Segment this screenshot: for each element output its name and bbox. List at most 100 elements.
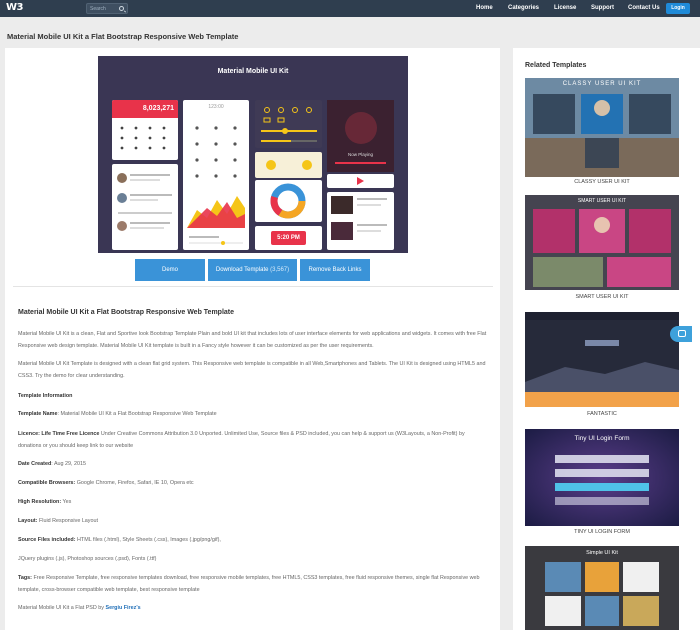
resolution-label: High Resolution: (18, 499, 62, 505)
nav-contact-us[interactable]: Contact Us (628, 5, 660, 11)
simple-ui-kit-preview-image (525, 546, 679, 630)
preview-clock-card: 5:20 PM (255, 226, 322, 250)
nav-categories[interactable]: Categories (508, 5, 539, 11)
preview-weather-card (255, 152, 322, 178)
classy-banner: CLASSY USER UI KIT (562, 81, 642, 87)
sliders-graphic (261, 107, 317, 142)
tiny-login-banner: Tiny UI Login Form (574, 435, 630, 442)
tags-row: Tags: Free Responsive Template, free res… (18, 572, 488, 596)
simple-ui-kit-banner: Simple UI Kit (586, 550, 618, 556)
area-chart-graphic (187, 196, 245, 245)
description-paragraph-1: Material Mobile UI Kit is a clean, Flat … (18, 331, 487, 349)
info-heading: Template Information (18, 393, 73, 399)
preview-donut-card (255, 180, 322, 222)
related-thumb-classy[interactable]: CLASSY USER UI KIT (525, 78, 679, 177)
chat-widget-button[interactable] (670, 326, 692, 342)
remove-back-links-button[interactable]: Remove Back Links (300, 259, 370, 281)
main-panel: Material Mobile UI Kit 8,023,271 123:00 … (5, 48, 500, 630)
tags-value: Free Responsive Template, free responsiv… (18, 575, 480, 593)
related-thumb-smart[interactable]: SMART USER UI KIT (525, 195, 679, 290)
demo-label: Demo (161, 267, 178, 273)
weather-icons (266, 160, 312, 170)
preview-clock: 5:20 PM (271, 231, 306, 245)
license-strong: : Life Time Free Licence (38, 431, 100, 437)
nav-license[interactable]: License (554, 5, 576, 11)
download-label: Download Template (215, 267, 269, 273)
top-navbar: W3 Search Home Categories License Suppor… (0, 0, 700, 17)
template-name-label: Template Name (18, 411, 58, 417)
download-template-button[interactable]: Download Template (3,567) (208, 259, 297, 281)
fantastic-preview-image (525, 312, 679, 407)
credit-row: Material Mobile UI Kit a Flat PSD by Ser… (18, 602, 488, 614)
smart-banner: SMART USER UI KIT (577, 198, 627, 204)
description-heading: Material Mobile UI Kit a Flat Bootstrap … (18, 309, 235, 316)
preview-music-card: Now Playing (327, 100, 394, 172)
login-button[interactable]: Login (666, 3, 690, 14)
search-box[interactable]: Search (86, 3, 128, 14)
donut-chart-graphic (270, 183, 306, 219)
source-row: Source Files included: HTML files (.html… (18, 534, 488, 546)
preview-title: Material Mobile UI Kit (217, 68, 289, 75)
template-name-row: Template Name: Material Mobile UI Kit a … (18, 408, 488, 420)
preview-controls-card (255, 100, 322, 148)
player-controls (357, 177, 364, 185)
license-row: Licence: Life Time Free Licence Under Cr… (18, 428, 488, 452)
date-row: Date Created: Aug 29, 2015 (18, 458, 488, 470)
related-thumb-simple-ui-kit[interactable]: Simple UI Kit (525, 546, 679, 630)
nav-home[interactable]: Home (476, 5, 493, 11)
related-thumb-tiny-login[interactable]: Tiny UI Login Form (525, 429, 679, 526)
related-label-classy[interactable]: CLASSY USER UI KIT (525, 179, 679, 185)
demo-button[interactable]: Demo (135, 259, 205, 281)
browsers-label: Compatible Browsers: (18, 480, 76, 486)
search-icon[interactable] (119, 6, 124, 11)
page-title: Material Mobile UI Kit a Flat Bootstrap … (7, 32, 239, 41)
layout-label: Layout: (18, 518, 38, 524)
preview-player-bar (327, 174, 394, 188)
related-label-fantastic[interactable]: FANTASTIC (525, 411, 679, 417)
browsers-row: Compatible Browsers: Google Chrome, Fire… (18, 477, 488, 489)
source-row-2: JQuery plugins (.js), Photoshop sources … (18, 556, 157, 562)
download-count: (3,567) (270, 267, 290, 273)
resolution-row: High Resolution: Yes (18, 496, 488, 508)
message-list (117, 173, 172, 231)
sidebar-title: Related Templates (525, 62, 587, 69)
related-thumb-fantastic[interactable] (525, 312, 679, 407)
date-value: : Aug 29, 2015 (51, 461, 87, 467)
template-preview-image[interactable]: Material Mobile UI Kit 8,023,271 123:00 … (98, 56, 408, 253)
license-label: Licence (18, 431, 39, 437)
tags-label: Tags: (18, 575, 32, 581)
resolution-value: Yes (61, 499, 72, 505)
smart-preview-image (525, 195, 679, 290)
preview-video-card (327, 192, 394, 250)
tiny-login-preview-image (525, 429, 679, 526)
related-label-tiny-login[interactable]: TINY UI LOGIN FORM (525, 529, 679, 535)
concert-photo (327, 100, 394, 172)
template-name-value: : Material Mobile UI Kit a Flat Bootstra… (57, 411, 217, 417)
divider (13, 286, 493, 287)
layout-value: Fluid Responsive Layout (37, 518, 98, 524)
preview-area-chart-card (183, 188, 249, 250)
source-label: Source Files included: (18, 537, 76, 543)
source-value: HTML files (.html), Style Sheets (.css),… (75, 537, 221, 543)
search-placeholder: Search (90, 6, 106, 12)
browsers-value: Google Chrome, Firefox, Safari, IE 10, O… (75, 480, 194, 486)
related-label-smart[interactable]: SMART USER UI KIT (525, 294, 679, 300)
classy-preview-image (525, 78, 679, 177)
nav-support[interactable]: Support (591, 5, 614, 11)
site-logo[interactable]: W3 (6, 2, 28, 15)
date-label: Date Created (18, 461, 52, 467)
preview-time-readout: 123:00 (208, 104, 224, 110)
numpad-dots (195, 126, 237, 178)
remove-label: Remove Back Links (308, 267, 362, 273)
layout-row: Layout: Fluid Responsive Layout (18, 515, 488, 527)
preview-numpad-card: 123:00 (183, 100, 249, 196)
preview-counter: 8,023,271 (142, 105, 174, 112)
preview-messages-card (112, 164, 178, 250)
preview-now-playing: Now Playing (347, 152, 373, 157)
chat-icon (678, 330, 686, 337)
description-paragraph-2: Material Mobile UI Kit Template is desig… (18, 361, 486, 379)
preview-calculator-card: 8,023,271 (112, 100, 178, 160)
video-thumbnails (331, 196, 387, 240)
keypad-dots (120, 126, 166, 150)
author-link[interactable]: Sergiu Firez's (105, 605, 140, 611)
